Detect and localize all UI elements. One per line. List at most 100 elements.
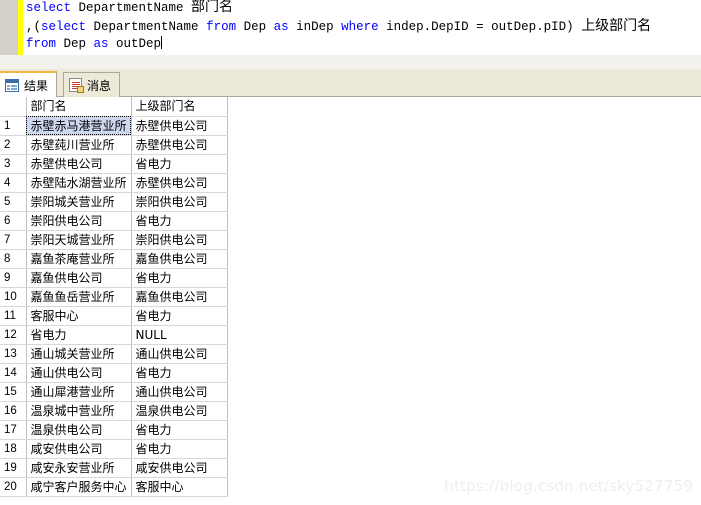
- cell-parent-department-name[interactable]: 咸安供电公司: [131, 458, 228, 478]
- cell-parent-department-name[interactable]: 赤壁供电公司: [131, 173, 228, 193]
- cell-parent-department-name[interactable]: NULL: [131, 325, 228, 345]
- cell-department-name[interactable]: 嘉鱼茶庵营业所: [26, 249, 132, 269]
- table-row[interactable]: 12 省电力 NULL: [0, 325, 228, 345]
- watermark-text: https://blog.csdn.net/sky527759: [444, 477, 693, 495]
- row-number-header[interactable]: 2: [0, 135, 27, 155]
- row-number-header[interactable]: 17: [0, 420, 27, 440]
- table-row[interactable]: 11 客服中心 省电力: [0, 306, 228, 326]
- row-number-header[interactable]: 16: [0, 401, 27, 421]
- cell-parent-department-name[interactable]: 省电力: [131, 154, 228, 174]
- tab-messages[interactable]: 消息: [63, 72, 121, 97]
- sql-text: outDep: [108, 37, 162, 51]
- cell-parent-department-name[interactable]: 嘉鱼供电公司: [131, 287, 228, 307]
- cell-department-name[interactable]: 省电力: [26, 325, 132, 345]
- cell-department-name[interactable]: 崇阳天城营业所: [26, 230, 132, 250]
- table-row[interactable]: 8 嘉鱼茶庵营业所 嘉鱼供电公司: [0, 249, 228, 269]
- cell-parent-department-name[interactable]: 省电力: [131, 268, 228, 288]
- cell-department-name[interactable]: 咸安供电公司: [26, 439, 132, 459]
- cell-parent-department-name[interactable]: 通山供电公司: [131, 382, 228, 402]
- cell-department-name[interactable]: 赤壁赤马港营业所: [26, 116, 132, 136]
- sql-keyword: from: [206, 20, 237, 34]
- results-grid[interactable]: 部门名 上级部门名 1 赤壁赤马港营业所 赤壁供电公司 2 赤壁莼川营业所 赤壁供电公司 3…: [0, 97, 701, 505]
- cell-department-name[interactable]: 嘉鱼鱼岳营业所: [26, 287, 132, 307]
- cell-parent-department-name[interactable]: 赤壁供电公司: [131, 135, 228, 155]
- cell-department-name[interactable]: 咸安永安营业所: [26, 458, 132, 478]
- sql-text: DepartmentName: [71, 1, 192, 15]
- row-number-header[interactable]: 5: [0, 192, 27, 212]
- table-row[interactable]: 13 通山城关营业所 通山供电公司: [0, 344, 228, 364]
- row-number-header[interactable]: 13: [0, 344, 27, 364]
- table-body[interactable]: 1 赤壁赤马港营业所 赤壁供电公司 2 赤壁莼川营业所 赤壁供电公司 3 赤壁供电公司 省电力 4…: [0, 116, 228, 497]
- row-number-header[interactable]: 6: [0, 211, 27, 231]
- table-row[interactable]: 4 赤壁陆水湖营业所 赤壁供电公司: [0, 173, 228, 193]
- column-header-parent[interactable]: 上级部门名: [131, 97, 228, 117]
- table-row[interactable]: 15 通山犀港营业所 通山供电公司: [0, 382, 228, 402]
- table-row[interactable]: 10 嘉鱼鱼岳营业所 嘉鱼供电公司: [0, 287, 228, 307]
- row-number-header[interactable]: 1: [0, 116, 27, 136]
- row-number-header[interactable]: 7: [0, 230, 27, 250]
- cell-parent-department-name[interactable]: 省电力: [131, 439, 228, 459]
- cell-department-name[interactable]: 温泉城中营业所: [26, 401, 132, 421]
- table-row[interactable]: 14 通山供电公司 省电力: [0, 363, 228, 383]
- row-number-header[interactable]: 14: [0, 363, 27, 383]
- cell-parent-department-name[interactable]: 省电力: [131, 211, 228, 231]
- row-number-header[interactable]: 18: [0, 439, 27, 459]
- cell-parent-department-name[interactable]: 省电力: [131, 363, 228, 383]
- row-number-header[interactable]: 9: [0, 268, 27, 288]
- cell-department-name[interactable]: 嘉鱼供电公司: [26, 268, 132, 288]
- table-row[interactable]: 6 崇阳供电公司 省电力: [0, 211, 228, 231]
- row-number-header[interactable]: 3: [0, 154, 27, 174]
- table-row[interactable]: 19 咸安永安营业所 咸安供电公司: [0, 458, 228, 478]
- table-row[interactable]: 20 咸宁客户服务中心 客服中心: [0, 477, 228, 497]
- row-number-header[interactable]: 8: [0, 249, 27, 269]
- cell-department-name[interactable]: 通山犀港营业所: [26, 382, 132, 402]
- table-row[interactable]: 5 崇阳城关营业所 崇阳供电公司: [0, 192, 228, 212]
- cell-department-name[interactable]: 通山供电公司: [26, 363, 132, 383]
- row-number-header[interactable]: 19: [0, 458, 27, 478]
- table-row[interactable]: 3 赤壁供电公司 省电力: [0, 154, 228, 174]
- cell-parent-department-name[interactable]: 温泉供电公司: [131, 401, 228, 421]
- cell-department-name[interactable]: 崇阳供电公司: [26, 211, 132, 231]
- table-row[interactable]: 7 崇阳天城营业所 崇阳供电公司: [0, 230, 228, 250]
- table-row[interactable]: 1 赤壁赤马港营业所 赤壁供电公司: [0, 116, 228, 136]
- table-row[interactable]: 16 温泉城中营业所 温泉供电公司: [0, 401, 228, 421]
- sql-line: ,(select DepartmentName from Dep as inDe…: [26, 17, 701, 36]
- cell-department-name[interactable]: 赤壁莼川营业所: [26, 135, 132, 155]
- cell-department-name[interactable]: 温泉供电公司: [26, 420, 132, 440]
- cell-parent-department-name[interactable]: 赤壁供电公司: [131, 116, 228, 136]
- cell-parent-department-name[interactable]: 嘉鱼供电公司: [131, 249, 228, 269]
- row-number-header[interactable]: 20: [0, 477, 27, 497]
- row-number-header[interactable]: 15: [0, 382, 27, 402]
- editor-horizontal-scrollbar[interactable]: ❮: [0, 55, 701, 124]
- tab-results-label: 结果: [24, 78, 49, 93]
- table-row[interactable]: 17 温泉供电公司 省电力: [0, 420, 228, 440]
- table-header: 部门名 上级部门名: [0, 97, 228, 117]
- row-number-header[interactable]: 12: [0, 325, 27, 345]
- cell-parent-department-name[interactable]: 崇阳供电公司: [131, 192, 228, 212]
- row-number-header[interactable]: 11: [0, 306, 27, 326]
- cell-department-name[interactable]: 赤壁供电公司: [26, 154, 132, 174]
- row-number-header[interactable]: 4: [0, 173, 27, 193]
- results-tabstrip[interactable]: 结果 消息: [0, 69, 701, 97]
- cell-parent-department-name[interactable]: 通山供电公司: [131, 344, 228, 364]
- cell-department-name[interactable]: 客服中心: [26, 306, 132, 326]
- cell-department-name[interactable]: 通山城关营业所: [26, 344, 132, 364]
- sql-code-text[interactable]: select DepartmentName 部门名 ,(select Depart…: [26, 0, 701, 53]
- results-table[interactable]: 部门名 上级部门名 1 赤壁赤马港营业所 赤壁供电公司 2 赤壁莼川营业所 赤壁供电公司 3…: [0, 97, 228, 497]
- table-row[interactable]: 9 嘉鱼供电公司 省电力: [0, 268, 228, 288]
- table-row[interactable]: 2 赤壁莼川营业所 赤壁供电公司: [0, 135, 228, 155]
- cell-department-name[interactable]: 咸宁客户服务中心: [26, 477, 132, 497]
- cell-department-name[interactable]: 崇阳城关营业所: [26, 192, 132, 212]
- cell-department-name[interactable]: 赤壁陆水湖营业所: [26, 173, 132, 193]
- column-header-name[interactable]: 部门名: [26, 97, 132, 117]
- select-all-corner[interactable]: [0, 97, 27, 117]
- sql-editor-pane[interactable]: select DepartmentName 部门名 ,(select Depart…: [0, 0, 701, 55]
- cell-parent-department-name[interactable]: 省电力: [131, 420, 228, 440]
- message-icon: [69, 78, 84, 93]
- table-row[interactable]: 18 咸安供电公司 省电力: [0, 439, 228, 459]
- tab-results[interactable]: 结果: [0, 71, 58, 97]
- cell-parent-department-name[interactable]: 崇阳供电公司: [131, 230, 228, 250]
- row-number-header[interactable]: 10: [0, 287, 27, 307]
- cell-parent-department-name[interactable]: 客服中心: [131, 477, 228, 497]
- cell-parent-department-name[interactable]: 省电力: [131, 306, 228, 326]
